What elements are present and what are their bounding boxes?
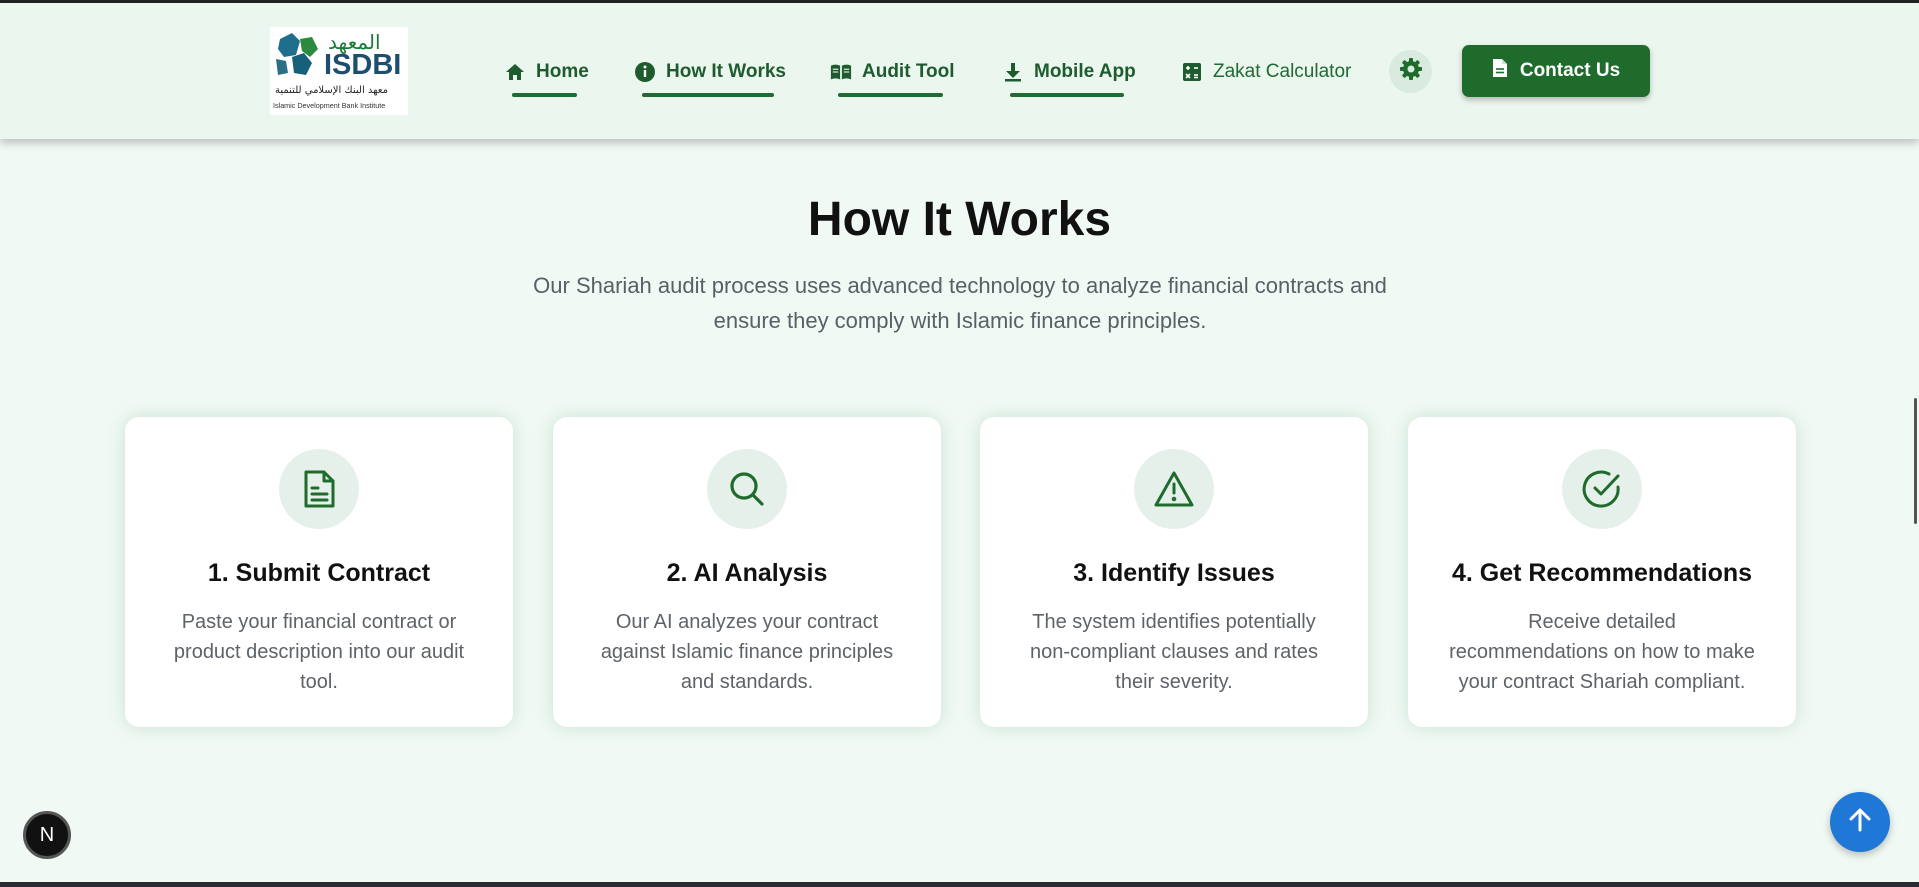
nav-home[interactable]: Home: [504, 57, 589, 97]
info-icon: [634, 61, 656, 83]
search-icon: [707, 449, 787, 529]
step-card-identify-issues: 3. Identify Issues The system identifies…: [980, 417, 1368, 727]
nav-audit-tool-label: Audit Tool: [862, 61, 955, 82]
step-card-get-recommendations: 4. Get Recommendations Receive detailed …: [1408, 417, 1796, 727]
contact-us-label: Contact Us: [1519, 60, 1621, 81]
window-bottom-border: [0, 882, 1919, 887]
nav-audit-tool[interactable]: Audit Tool: [830, 57, 955, 97]
arrow-up-icon: [1848, 807, 1872, 838]
site-header: المعهد ISDBI معهد البنك الإسلامي للتنمية…: [0, 3, 1919, 139]
page-scrollbar[interactable]: [1914, 398, 1917, 524]
nav-mobile-app[interactable]: Mobile App: [1002, 57, 1136, 97]
nav-home-label: Home: [536, 61, 589, 82]
book-icon: [830, 61, 852, 83]
nav-how-it-works-underline: [642, 93, 774, 97]
nav-how-it-works[interactable]: How It Works: [634, 57, 786, 97]
nav-zakat-calculator[interactable]: Zakat Calculator: [1181, 57, 1351, 87]
step-description: Paste your financial contract or product…: [173, 611, 465, 693]
calculator-icon: [1181, 61, 1203, 83]
step-card-ai-analysis: 2. AI Analysis Our AI analyzes your cont…: [553, 417, 941, 727]
step-title: 4. Get Recommendations: [1451, 559, 1753, 587]
gear-icon: [1399, 57, 1423, 86]
nextjs-badge-label: N: [39, 823, 55, 846]
nav-zakat-calculator-label: Zakat Calculator: [1213, 61, 1352, 82]
step-description: Receive detailed recommendations on how …: [1449, 611, 1755, 693]
section-subtitle: Our Shariah audit process uses advanced …: [533, 273, 1387, 333]
alert-triangle-icon: [1134, 449, 1214, 529]
nav-mobile-app-label: Mobile App: [1034, 61, 1136, 82]
file-text-icon: [279, 449, 359, 529]
document-icon: [1492, 58, 1508, 84]
scroll-to-top-button[interactable]: [1830, 792, 1890, 852]
check-circle-icon: [1562, 449, 1642, 529]
nextjs-dev-badge[interactable]: N: [23, 811, 71, 859]
contact-us-button[interactable]: Contact Us: [1462, 45, 1650, 97]
step-title: 2. AI Analysis: [666, 559, 828, 587]
step-description: Our AI analyzes your contract against Is…: [600, 611, 894, 693]
home-icon: [504, 61, 526, 83]
step-title: 1. Submit Contract: [207, 559, 431, 587]
section-title: How It Works: [807, 193, 1112, 246]
settings-button[interactable]: [1389, 50, 1432, 93]
nav-audit-tool-underline: [838, 93, 943, 97]
download-icon: [1002, 61, 1024, 83]
nav-home-underline: [512, 93, 577, 97]
step-title: 3. Identify Issues: [1073, 559, 1275, 587]
step-description: The system identifies potentially non-co…: [1030, 611, 1318, 693]
nav-how-it-works-label: How It Works: [666, 61, 786, 82]
step-card-submit-contract: 1. Submit Contract Paste your financial …: [125, 417, 513, 727]
nav-mobile-app-underline: [1010, 93, 1124, 97]
